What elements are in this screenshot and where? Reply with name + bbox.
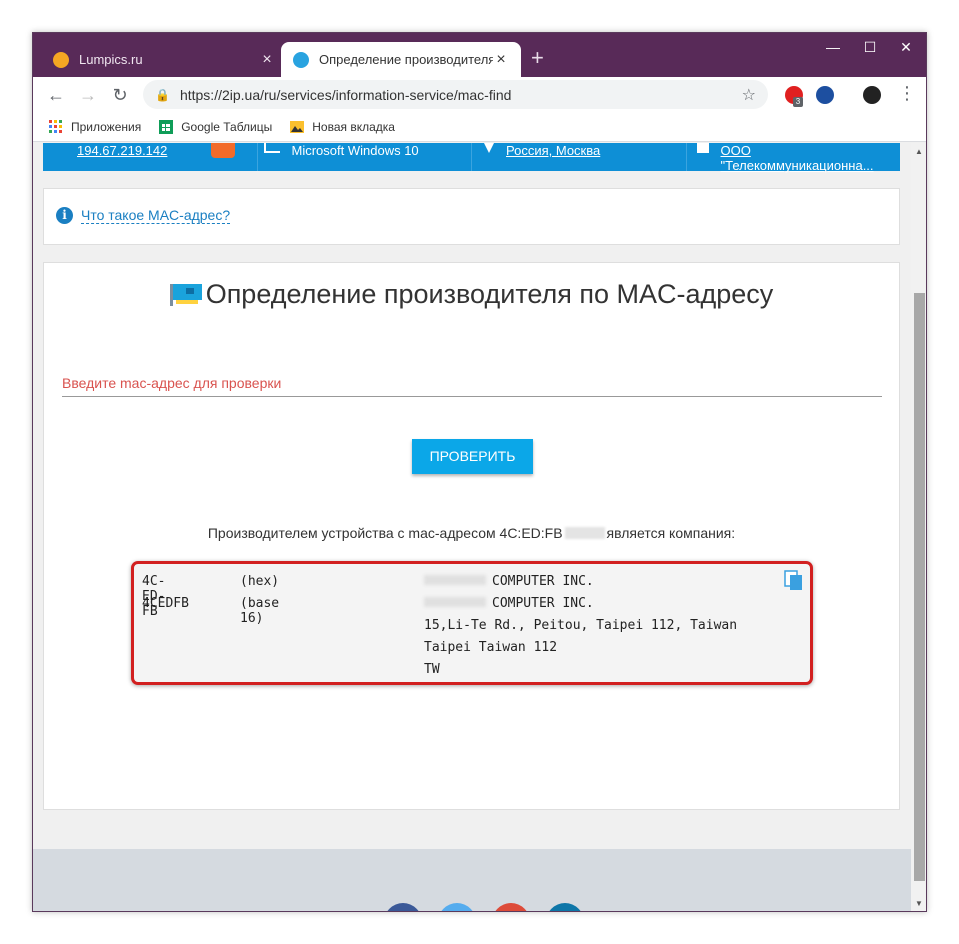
network-card-icon xyxy=(169,284,202,306)
os-text: Microsoft Windows 10 xyxy=(291,143,419,158)
page-footer xyxy=(33,849,911,911)
page-title-text: Определение производителя по MAC-адресу xyxy=(205,279,774,309)
bookmark-star-icon[interactable]: ☆ xyxy=(742,85,756,105)
bookmarks-bar: Приложения Google Таблицы Новая вкладка xyxy=(33,112,926,142)
scroll-up-arrow-icon[interactable]: ▲ xyxy=(915,147,923,156)
info-provider: ООО "Телекоммуникационна... xyxy=(687,143,901,173)
close-window-button[interactable]: ✕ xyxy=(891,39,921,56)
faq-card: i Что такое MAC-адрес? xyxy=(43,188,900,245)
close-tab-icon[interactable]: × xyxy=(259,51,275,69)
new-tab-button[interactable]: + xyxy=(531,47,544,69)
vendor-result-box: 4C-ED-FB (hex) COMPUTER INC. 4CEDFB (bas… xyxy=(131,561,813,685)
vendor-name: COMPUTER INC. xyxy=(424,596,594,611)
lock-icon: 🔒 xyxy=(155,87,170,102)
bookmark-label: Google Таблицы xyxy=(181,119,273,134)
result-suffix: является компания: xyxy=(606,525,736,541)
url-text: https://2ip.ua/ru/services/information-s… xyxy=(179,86,512,103)
vendor-name: COMPUTER INC. xyxy=(424,574,594,589)
vendor-name-text: COMPUTER INC. xyxy=(492,574,594,589)
info-location: Россия, Москва xyxy=(472,143,687,171)
vendor-country: TW xyxy=(424,662,440,677)
blurred-vendor-prefix xyxy=(424,597,486,607)
facebook-icon[interactable] xyxy=(384,903,422,911)
oui-base16: 4CEDFB xyxy=(142,596,189,611)
result-caption: Производителем устройства с mac-адресом … xyxy=(44,525,899,541)
tab-lumpics[interactable]: Lumpics.ru × xyxy=(41,42,287,77)
windows-icon xyxy=(263,143,280,153)
mac-address-input[interactable]: Введите mac-адрес для проверки xyxy=(62,375,882,397)
maximize-button[interactable]: ☐ xyxy=(855,39,885,56)
profile-avatar[interactable] xyxy=(863,86,881,104)
bookmark-flag-icon xyxy=(696,143,709,153)
oui-format: (base 16) xyxy=(240,596,280,626)
blurred-vendor-prefix xyxy=(424,575,486,585)
info-os: Microsoft Windows 10 xyxy=(258,143,472,171)
ip-address-link[interactable]: 194.67.219.142 xyxy=(77,143,167,158)
tab-mac-find[interactable]: Определение производителя п × xyxy=(281,42,521,77)
google-plus-icon[interactable] xyxy=(492,903,530,911)
bookmark-new-tab[interactable]: Новая вкладка xyxy=(290,120,395,134)
tab-title: Определение производителя п xyxy=(319,52,493,67)
scroll-down-arrow-icon[interactable]: ▼ xyxy=(915,899,923,908)
lumpics-favicon-icon xyxy=(53,51,69,68)
back-button[interactable]: ← xyxy=(45,84,67,106)
bookmark-apps[interactable]: Приложения xyxy=(49,119,142,134)
location-pin-icon xyxy=(484,143,494,153)
extension-badge: 3 xyxy=(793,97,803,107)
visitor-info-bar: 194.67.219.142 Microsoft Windows 10 Росс… xyxy=(43,143,901,173)
tab-title: Lumpics.ru xyxy=(79,52,143,67)
linkedin-icon[interactable] xyxy=(546,903,584,911)
page-content: 194.67.219.142 Microsoft Windows 10 Росс… xyxy=(33,143,911,911)
vendor-name-text: COMPUTER INC. xyxy=(492,596,594,611)
sheets-icon xyxy=(159,119,174,134)
page-title: Определение производителя по MAC-адресу xyxy=(44,279,899,310)
bookmark-label: Приложения xyxy=(71,119,142,134)
location-link[interactable]: Россия, Москва xyxy=(506,143,600,158)
vendor-address: 15,Li-Te Rd., Peitou, Taipei 112, Taiwan xyxy=(424,618,738,633)
browser-window: Lumpics.ru × Определение производителя п… xyxy=(32,32,927,912)
image-icon xyxy=(290,120,305,133)
result-prefix: Производителем устройства с mac-адресом … xyxy=(207,525,563,541)
info-ip: 194.67.219.142 xyxy=(43,143,258,171)
check-button[interactable]: ПРОВЕРИТЬ xyxy=(412,439,533,474)
blurred-mac-suffix xyxy=(564,527,605,539)
info-icon: i xyxy=(56,207,73,224)
close-tab-icon[interactable]: × xyxy=(493,51,509,69)
vendor-city: Taipei Taiwan 112 xyxy=(424,640,558,655)
bookmark-google-sheets[interactable]: Google Таблицы xyxy=(159,119,273,134)
apps-grid-icon xyxy=(49,119,62,133)
address-bar[interactable]: 🔒 https://2ip.ua/ru/services/information… xyxy=(143,80,768,109)
bookmark-label: Новая вкладка xyxy=(312,119,395,134)
globe-extension-icon[interactable] xyxy=(816,86,834,104)
browser-toolbar: ← → ↻ 🔒 https://2ip.ua/ru/services/infor… xyxy=(33,77,926,112)
reload-button[interactable]: ↻ xyxy=(109,84,131,106)
mac-lookup-card: Определение производителя по MAC-адресу … xyxy=(43,262,900,810)
menu-kebab-icon[interactable]: ⋮ xyxy=(898,83,916,104)
oui-format: (hex) xyxy=(240,574,280,589)
vertical-scrollbar[interactable]: ▲ ▼ xyxy=(911,143,926,911)
copy-icon[interactable] xyxy=(784,570,804,592)
twitter-icon[interactable] xyxy=(438,903,476,911)
minimize-button[interactable]: — xyxy=(818,39,848,55)
globe-favicon-icon xyxy=(293,51,309,68)
title-bar: Lumpics.ru × Определение производителя п… xyxy=(33,33,926,77)
flag-icon xyxy=(211,143,235,158)
forward-button[interactable]: → xyxy=(77,84,99,106)
provider-link[interactable]: ООО "Телекоммуникационна... xyxy=(721,143,901,173)
what-is-mac-link[interactable]: Что такое MAC-адрес? xyxy=(81,207,231,224)
scrollbar-thumb[interactable] xyxy=(914,293,925,881)
